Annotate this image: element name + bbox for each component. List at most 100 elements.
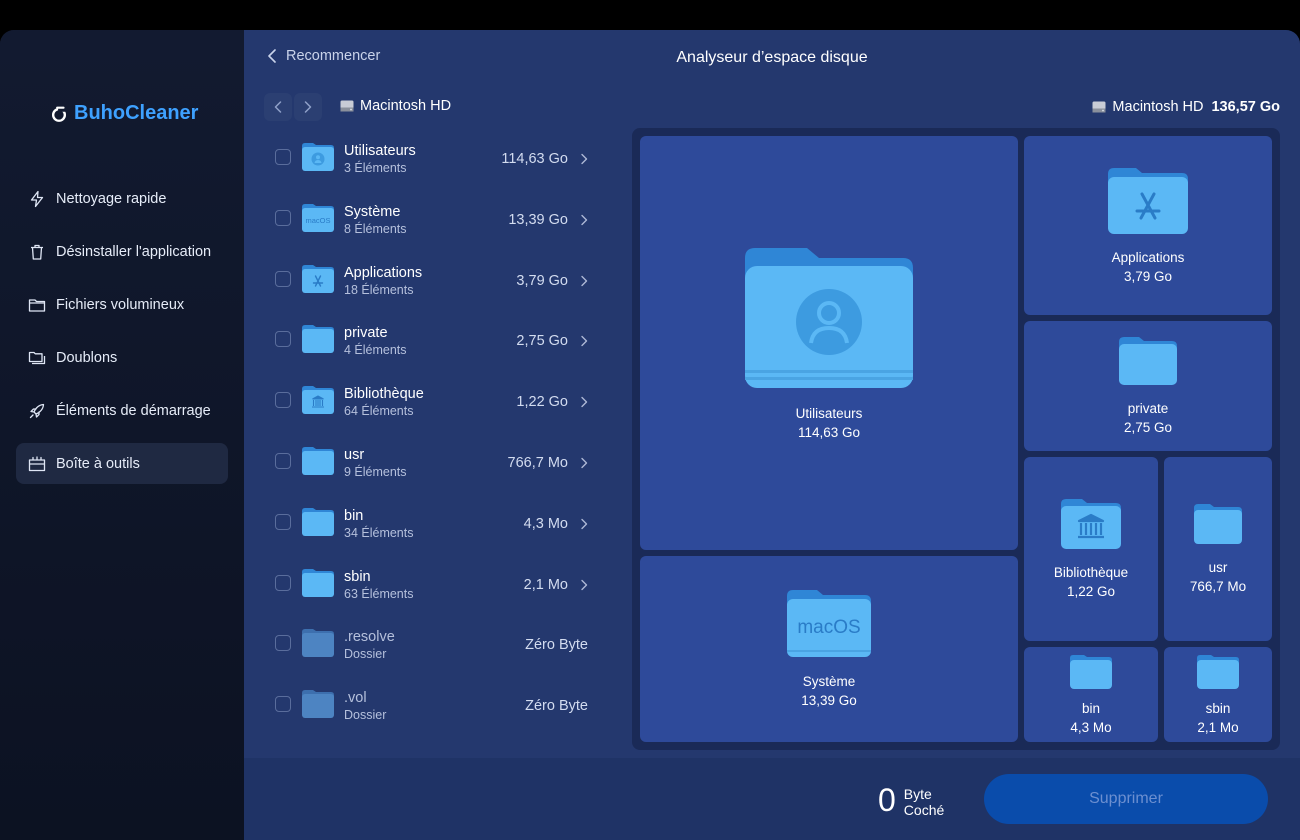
- file-name: Bibliothèque: [344, 386, 424, 403]
- tile-size: 1,22 Go: [1066, 584, 1116, 599]
- treemap-tile-bin[interactable]: bin 4,3 Mo: [1024, 647, 1158, 742]
- tile-name: usr: [1208, 560, 1228, 575]
- file-name: sbin: [344, 568, 371, 585]
- file-subtitle: 18 Éléments: [344, 282, 414, 297]
- treemap-tile-systeme[interactable]: macOS Système 13,39 Go: [640, 556, 1018, 742]
- tile-name: sbin: [1205, 700, 1231, 716]
- disk-summary: Macintosh HD 136,57 Go: [1092, 99, 1280, 115]
- folder-icon: [1194, 504, 1242, 544]
- history-nav: [264, 93, 322, 121]
- library-folder-icon: [1061, 499, 1121, 549]
- file-row-systme[interactable]: macOS Système 8 Éléments 13,39 Go: [268, 189, 608, 250]
- folder-icon: [302, 446, 334, 475]
- file-size: 4,3 Mo: [523, 515, 568, 532]
- file-row-usr[interactable]: usr 9 Éléments 766,7 Mo: [268, 432, 608, 493]
- sidebar-item-duplicates[interactable]: Doublons: [16, 337, 228, 378]
- sidebar-nav: Nettoyage rapide Désinstaller l'applicat…: [16, 178, 228, 496]
- file-row-sbin[interactable]: sbin 63 Éléments 2,1 Mo: [268, 554, 608, 615]
- top-bar: Recommencer Analyseur d’espace disque: [244, 30, 1300, 90]
- hard-drive-icon: [340, 100, 354, 112]
- folder-icon: [28, 298, 46, 312]
- file-row-private[interactable]: private 4 Éléments 2,75 Go: [268, 310, 608, 371]
- page-title: Analyseur d’espace disque: [676, 49, 868, 66]
- chevron-right-icon[interactable]: [580, 518, 588, 530]
- toolbox-icon: [28, 455, 46, 471]
- chevron-right-icon[interactable]: [580, 457, 588, 469]
- file-name: usr: [344, 446, 365, 463]
- tile-name: private: [1127, 401, 1169, 416]
- file-size: 114,63 Go: [501, 151, 568, 167]
- back-button[interactable]: [264, 93, 292, 121]
- sidebar-item-label: Fichiers volumineux: [56, 296, 185, 313]
- tile-size: 3,79 Go: [1123, 268, 1173, 284]
- file-subtitle: 8 Éléments: [344, 221, 407, 236]
- tile-size: 2,75 Go: [1123, 420, 1173, 435]
- chevron-right-icon[interactable]: [580, 214, 588, 226]
- chevron-right-icon[interactable]: [580, 335, 588, 347]
- treemap-tile-sbin[interactable]: sbin 2,1 Mo: [1164, 647, 1272, 742]
- file-name: Système: [344, 203, 401, 220]
- trash-icon: [31, 244, 43, 260]
- sidebar-item-startup[interactable]: Éléments de démarrage: [16, 390, 228, 431]
- file-list: Utilisateurs 3 Éléments 114,63 Go macOS …: [268, 128, 608, 736]
- treemap-tile-usr[interactable]: usr 766,7 Mo: [1164, 457, 1272, 641]
- treemap: Utilisateurs 114,63 Go macOS Système 13,…: [632, 128, 1280, 750]
- row-checkbox[interactable]: [275, 635, 291, 652]
- breadcrumb[interactable]: Macintosh HD: [340, 98, 451, 114]
- row-checkbox[interactable]: [275, 149, 291, 165]
- file-name: Utilisateurs: [344, 143, 416, 159]
- macos-badge: macOS: [797, 617, 860, 638]
- row-checkbox[interactable]: [275, 331, 291, 348]
- file-size: 3,79 Go: [516, 272, 568, 289]
- selected-size-value: 0: [878, 782, 896, 818]
- file-subtitle: 3 Éléments: [344, 161, 407, 175]
- svg-text:macOS: macOS: [305, 216, 330, 225]
- row-checkbox[interactable]: [275, 209, 291, 226]
- tile-size: 2,1 Mo: [1197, 719, 1239, 735]
- treemap-tile-private[interactable]: private 2,75 Go: [1024, 321, 1272, 451]
- sidebar-item-toolbox[interactable]: Boîte à outils: [16, 443, 228, 484]
- folder-icon: [302, 568, 334, 597]
- treemap-tile-bibliotheque[interactable]: Bibliothèque 1,22 Go: [1024, 457, 1158, 641]
- delete-button[interactable]: Supprimer: [984, 774, 1268, 824]
- file-row-utilisateurs[interactable]: Utilisateurs 3 Éléments 114,63 Go: [268, 128, 608, 189]
- file-row-resolve[interactable]: .resolve Dossier Zéro Byte: [268, 614, 608, 675]
- file-size: 13,39 Go: [508, 211, 568, 228]
- macos-folder-icon: macOS: [787, 590, 871, 657]
- treemap-tile-applications[interactable]: Applications 3,79 Go: [1024, 136, 1272, 315]
- app-name: BuhoCleaner: [74, 102, 199, 124]
- file-row-applications[interactable]: Applications 18 Éléments 3,79 Go: [268, 250, 608, 311]
- tile-name: Bibliothèque: [1053, 565, 1129, 580]
- chevron-right-icon[interactable]: [580, 396, 588, 408]
- chevron-right-icon[interactable]: [580, 579, 588, 591]
- selected-size-caption: Coché: [903, 802, 945, 818]
- chevron-right-icon[interactable]: [580, 153, 588, 165]
- chevron-right-icon[interactable]: [580, 275, 588, 287]
- row-checkbox[interactable]: [275, 452, 291, 469]
- forward-button[interactable]: [294, 93, 322, 121]
- file-row-bin[interactable]: bin 34 Éléments 4,3 Mo: [268, 493, 608, 554]
- sidebar-item-quick-clean[interactable]: Nettoyage rapide: [16, 178, 228, 219]
- applications-folder-icon: [1108, 167, 1188, 234]
- file-subtitle: 34 Éléments: [344, 525, 414, 540]
- sidebar-item-uninstall[interactable]: Désinstaller l'application: [16, 231, 228, 272]
- row-checkbox[interactable]: [275, 696, 291, 713]
- file-size: 2,1 Mo: [523, 576, 568, 593]
- sidebar-item-label: Désinstaller l'application: [56, 243, 212, 260]
- folder-icon: [302, 507, 334, 536]
- sidebar-item-large-files[interactable]: Fichiers volumineux: [16, 284, 228, 325]
- folder-icon: [1119, 337, 1177, 385]
- treemap-tile-utilisateurs[interactable]: Utilisateurs 114,63 Go: [640, 136, 1018, 550]
- duplicate-folders-icon: [28, 351, 46, 364]
- file-subtitle: 9 Éléments: [344, 464, 407, 479]
- row-checkbox[interactable]: [275, 574, 291, 591]
- file-row-bibliothque[interactable]: Bibliothèque 64 Éléments 1,22 Go: [268, 371, 608, 432]
- row-checkbox[interactable]: [275, 392, 291, 409]
- row-checkbox[interactable]: [275, 270, 291, 287]
- file-subtitle: 4 Éléments: [344, 343, 407, 358]
- file-name: bin: [344, 507, 364, 524]
- file-subtitle: Dossier: [344, 647, 387, 662]
- tile-size: 4,3 Mo: [1070, 719, 1112, 735]
- file-row-vol[interactable]: .vol Dossier Zéro Byte: [268, 675, 608, 736]
- row-checkbox[interactable]: [275, 513, 291, 530]
